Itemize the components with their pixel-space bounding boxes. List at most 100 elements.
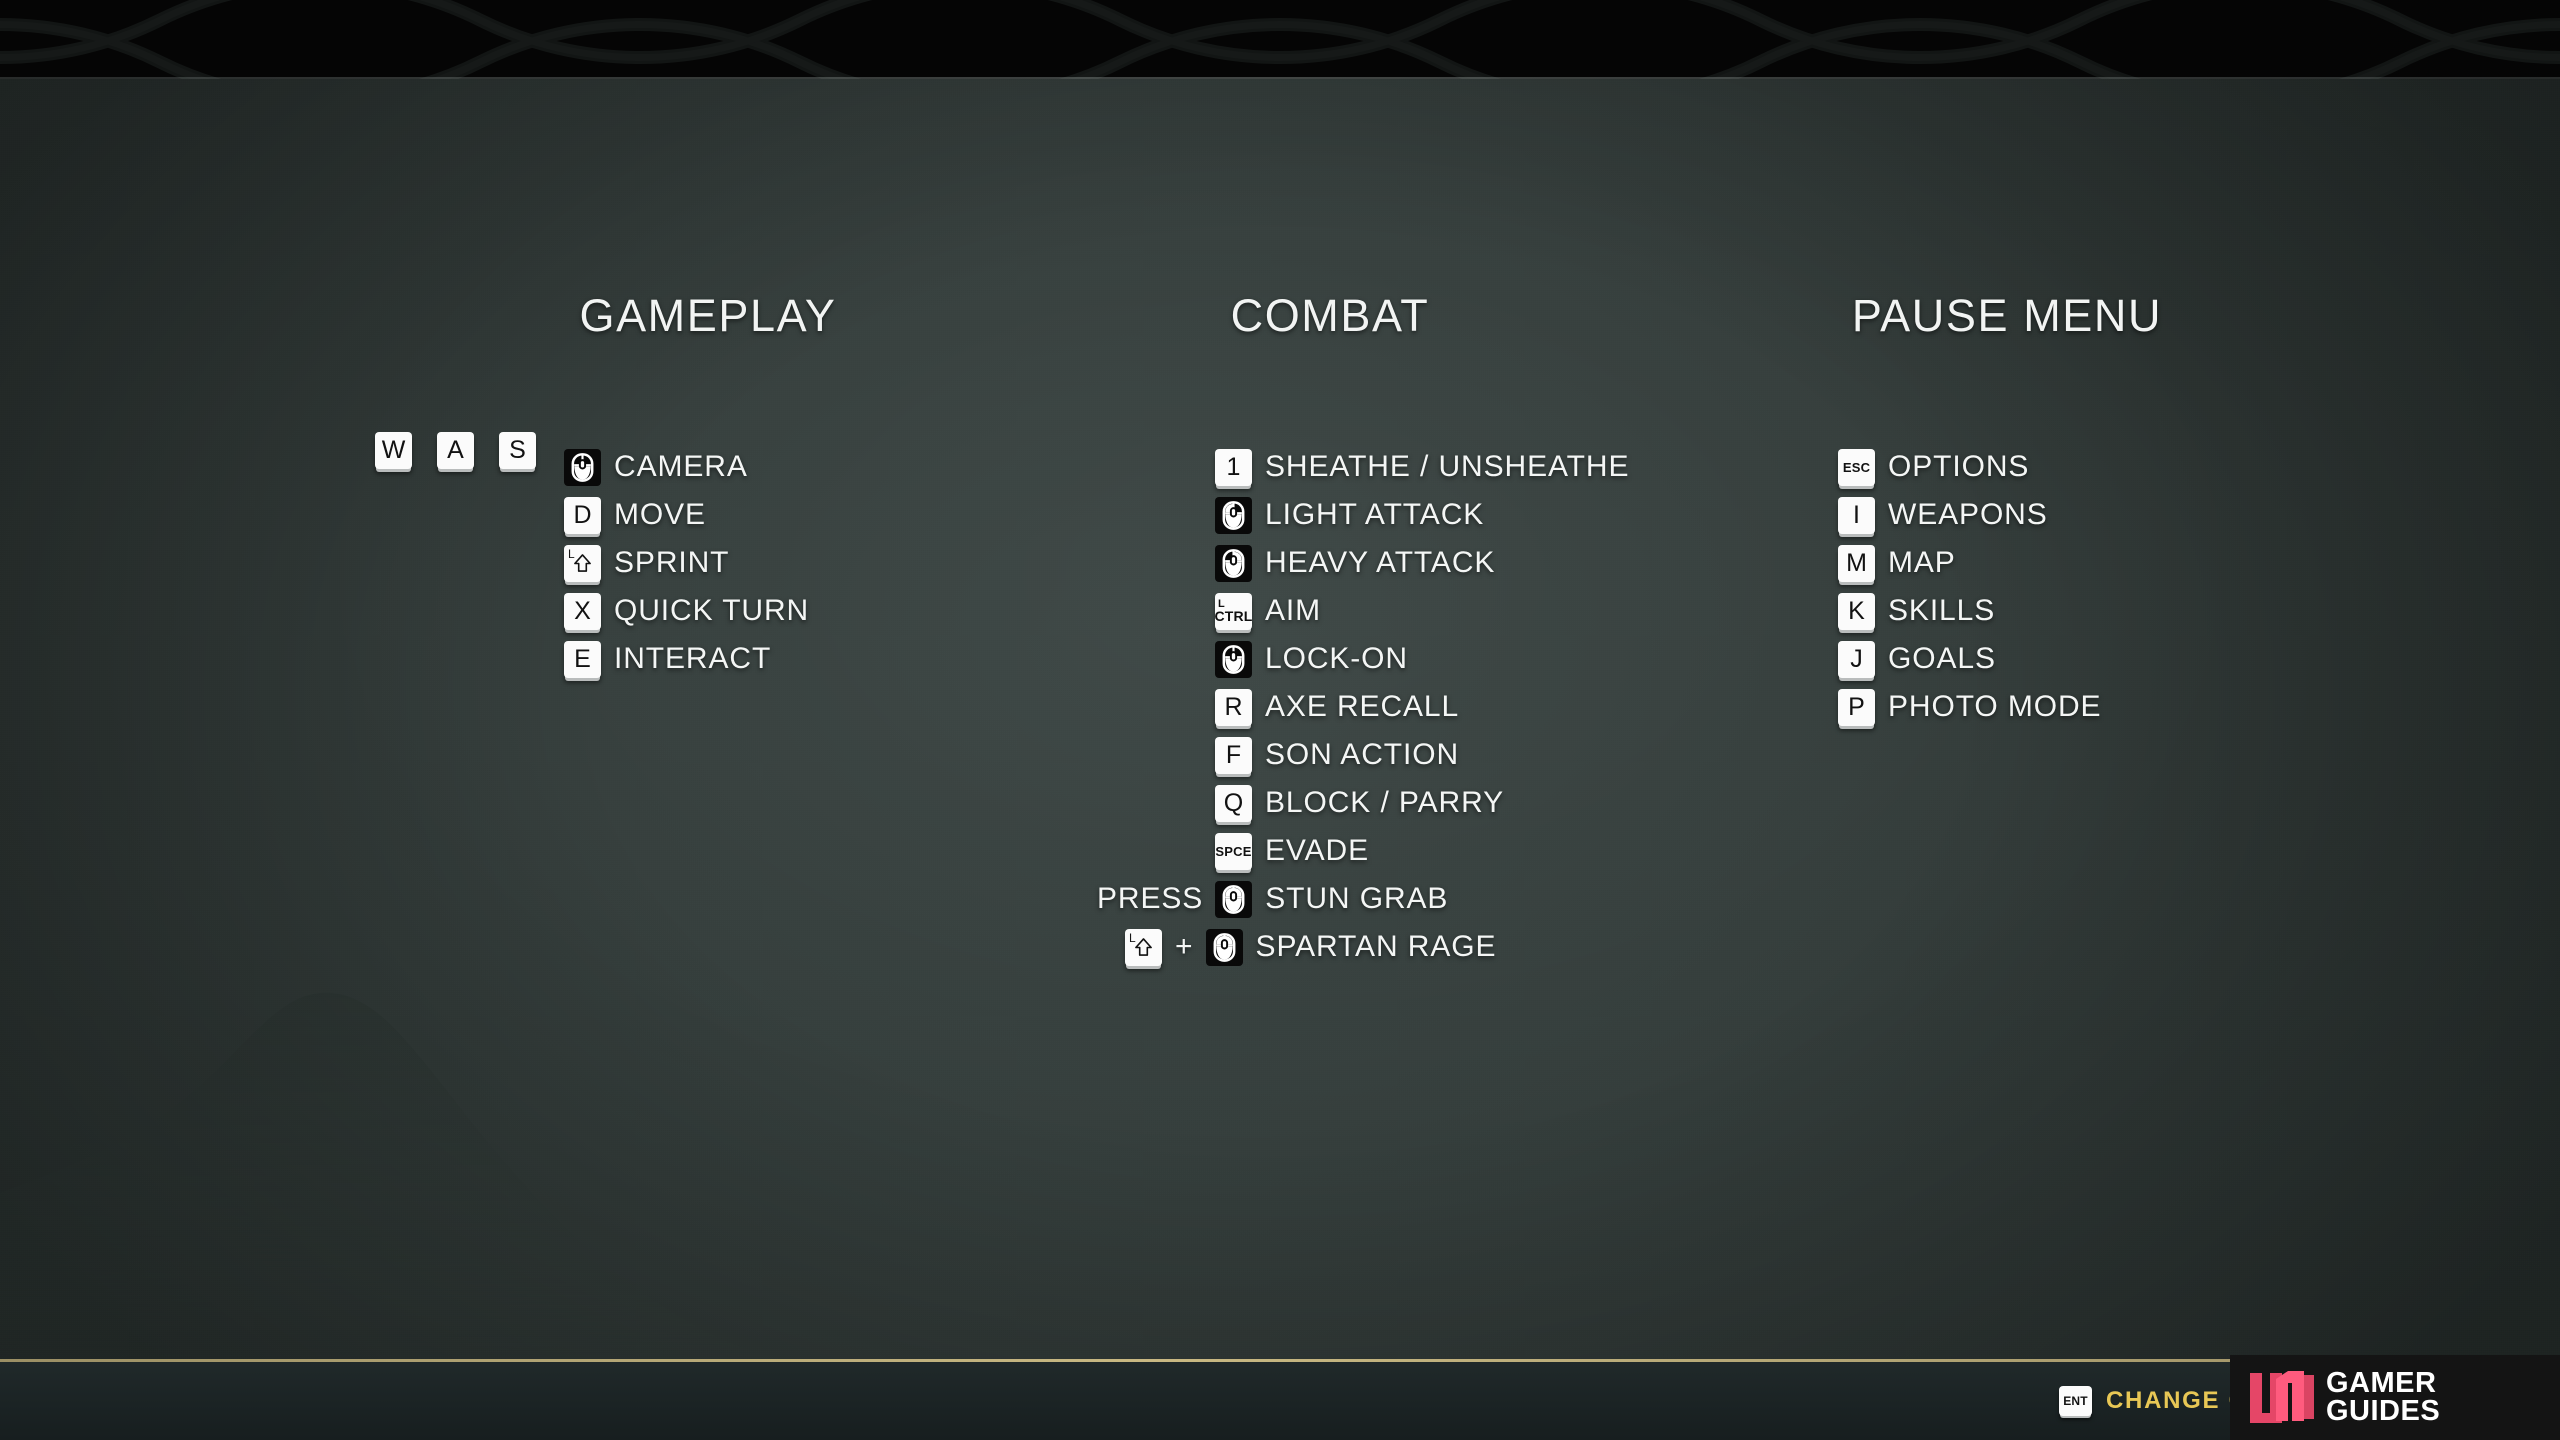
key-shift-icon[interactable]: L (564, 544, 601, 582)
watermark-line-1: GAMER (2326, 1366, 2437, 1399)
control-row[interactable]: HEAVY ATTACK (1215, 539, 1629, 587)
control-row[interactable]: CAMERA (564, 443, 809, 491)
key-lctrl-icon[interactable]: L CTRL (1214, 592, 1253, 630)
key-k-icon[interactable]: K (1838, 592, 1875, 630)
control-action-label: EVADE (1265, 834, 1369, 867)
key-combiner: + (1175, 930, 1193, 963)
key-shift-icon[interactable]: L (1125, 928, 1162, 966)
control-action-label: SKILLS (1888, 594, 1996, 627)
control-action-label: LOCK-ON (1265, 642, 1408, 675)
mouse-right-click-icon[interactable] (1215, 544, 1252, 582)
control-row[interactable]: X QUICK TURN (564, 587, 809, 635)
control-action-label: SPARTAN RAGE (1255, 930, 1497, 963)
control-action-label: INTERACT (614, 642, 772, 675)
column-title-pause-menu: PAUSE MENU (1851, 290, 2163, 341)
control-action-label: GOALS (1888, 642, 1996, 675)
key-j-icon[interactable]: J (1838, 640, 1875, 678)
control-action-label: HEAVY ATTACK (1265, 546, 1496, 579)
key-bottom-label: CTRL (1214, 608, 1253, 624)
key-label: K (1848, 596, 1865, 625)
key-q-icon[interactable]: Q (1215, 784, 1252, 822)
control-action-label: STUN GRAB (1265, 882, 1449, 915)
control-action-label: OPTIONS (1888, 450, 2030, 483)
mouse-glyph (1222, 884, 1245, 914)
key-label: I (1853, 500, 1860, 529)
control-row[interactable]: LOCK-ON (1215, 635, 1629, 683)
control-row[interactable]: SPCE EVADE (1215, 827, 1629, 875)
key-label: P (1848, 692, 1865, 721)
mouse-move-icon[interactable] (564, 448, 601, 486)
key-esc-icon[interactable]: ESC (1838, 448, 1875, 486)
key-label: SPCE (1215, 843, 1252, 859)
control-prefix-word: PRESS (1097, 882, 1204, 915)
control-row[interactable]: L CTRL AIM (1214, 587, 1629, 635)
control-row[interactable]: L SPRINT (564, 539, 809, 587)
key-space-icon[interactable]: SPCE (1215, 832, 1252, 870)
key-label: M (1846, 548, 1867, 577)
shift-arrow-icon (574, 553, 591, 572)
key-label: Q (1223, 788, 1244, 817)
column-rows-pause-menu: ESC OPTIONS I WEAPONS M MAP K SKILLS J G… (1838, 443, 2101, 731)
wasd-key-cluster[interactable]: W A S (375, 426, 561, 474)
control-row[interactable]: Q BLOCK / PARRY (1215, 779, 1629, 827)
key-f-icon[interactable]: F (1215, 736, 1252, 774)
key-w-icon[interactable]: W (375, 431, 412, 469)
control-row[interactable]: K SKILLS (1838, 587, 2101, 635)
key-label: ESC (1842, 459, 1871, 475)
watermark-line-2: GUIDES (2326, 1394, 2441, 1427)
control-row[interactable]: M MAP (1838, 539, 2101, 587)
gamerguides-watermark: GAMER GUIDES (2230, 1355, 2560, 1440)
column-rows-combat: 1 SHEATHE / UNSHEATHE LIGHT ATTACK HEAVY… (1097, 443, 1629, 971)
key-label: ENT (2063, 1394, 2088, 1408)
control-action-label: QUICK TURN (614, 594, 810, 627)
control-action-label: LIGHT ATTACK (1265, 498, 1485, 531)
key-label: 1 (1226, 452, 1241, 481)
key-e-icon[interactable]: E (564, 640, 601, 678)
mouse-left-click-icon[interactable] (1215, 496, 1252, 534)
control-row[interactable]: LIGHT ATTACK (1215, 491, 1629, 539)
key-x-icon[interactable]: X (564, 592, 601, 630)
key-label: J (1850, 644, 1863, 673)
key-m-icon[interactable]: M (1838, 544, 1875, 582)
control-row[interactable]: PRESS STUN GRAB (1097, 875, 1629, 923)
control-action-label: SON ACTION (1265, 738, 1460, 771)
key-label: S (509, 435, 526, 464)
control-row[interactable]: J GOALS (1838, 635, 2101, 683)
key-1-icon[interactable]: 1 (1215, 448, 1252, 486)
mouse-wheel-click-icon[interactable] (1215, 640, 1252, 678)
key-label: F (1225, 740, 1242, 769)
key-label: D (573, 500, 592, 529)
key-s-icon[interactable]: S (499, 431, 536, 469)
mouse-glyph (571, 452, 594, 482)
control-action-label: MOVE (614, 498, 706, 531)
control-row[interactable]: F SON ACTION (1215, 731, 1629, 779)
controls-columns: GAMEPLAY CAMERA D MOVE L SPRINT X QUICK … (0, 0, 2560, 1440)
header-band (0, 0, 2560, 79)
control-row[interactable]: D MOVE (564, 491, 809, 539)
mouse-glyph (1222, 548, 1245, 578)
key-label: W (381, 435, 406, 464)
shift-key-side-label: L (568, 546, 575, 561)
key-ent-icon[interactable]: ENT (2059, 1386, 2093, 1416)
key-label: R (1224, 692, 1243, 721)
key-r-icon[interactable]: R (1215, 688, 1252, 726)
mouse-both-click-icon[interactable] (1205, 928, 1243, 966)
control-action-label: SHEATHE / UNSHEATHE (1265, 450, 1630, 483)
control-action-label: WEAPONS (1888, 498, 2048, 531)
control-row[interactable]: ESC OPTIONS (1838, 443, 2101, 491)
key-label: E (574, 644, 591, 673)
header-divider (0, 77, 2560, 79)
control-action-label: AIM (1265, 594, 1322, 627)
control-row[interactable]: R AXE RECALL (1215, 683, 1629, 731)
control-action-label: SPRINT (614, 546, 730, 579)
control-row[interactable]: E INTERACT (564, 635, 809, 683)
control-row[interactable]: 1 SHEATHE / UNSHEATHE (1215, 443, 1629, 491)
control-row[interactable]: L + SPARTAN RAGE (1125, 923, 1629, 971)
key-p-icon[interactable]: P (1838, 688, 1875, 726)
key-i-icon[interactable]: I (1838, 496, 1875, 534)
mouse-both-click-icon[interactable] (1215, 880, 1253, 918)
control-row[interactable]: P PHOTO MODE (1838, 683, 2101, 731)
control-row[interactable]: I WEAPONS (1838, 491, 2101, 539)
key-d-icon[interactable]: D (564, 496, 601, 534)
key-a-icon[interactable]: A (437, 431, 474, 469)
